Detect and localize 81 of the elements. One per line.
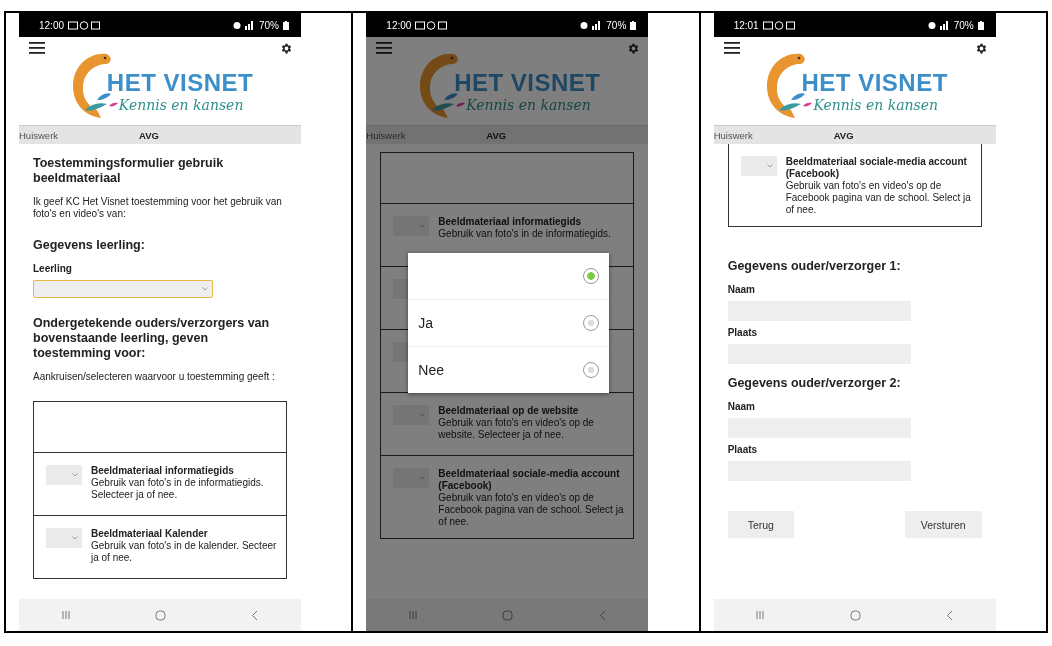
- back-icon[interactable]: [598, 609, 606, 621]
- chevron-icon: [419, 224, 426, 228]
- form-button[interactable]: Versturen: [904, 511, 982, 538]
- tab[interactable]: AVG: [833, 129, 854, 141]
- consent-description: Gebruik van foto's in de kalender. Secteer ja of nee.: [91, 540, 278, 564]
- home-icon[interactable]: [502, 609, 514, 621]
- section-heading: Gegevens ouder/verzorger 2:: [727, 376, 902, 391]
- section-heading: Ondergetekende ouders/verzorgers van bovenstaande leerling, geven toestemming voor:: [33, 316, 271, 361]
- radio-button[interactable]: [583, 362, 600, 378]
- settings-icon[interactable]: [974, 42, 988, 55]
- field-label: Plaats: [727, 444, 759, 455]
- recents-icon[interactable]: [756, 610, 765, 620]
- chevron-icon: [72, 473, 78, 477]
- logo-title: HET VISNET: [106, 69, 254, 97]
- menu-icon[interactable]: [723, 42, 740, 54]
- battery-icon: [630, 20, 637, 30]
- chevron-icon: [419, 476, 426, 480]
- instruction-text: Ik geef KC Het Visnet toestemming voor het gebruik van foto's en video's van:: [33, 196, 283, 220]
- tab[interactable]: Huiswerk: [713, 129, 814, 141]
- status-time: 12:01: [733, 19, 759, 31]
- consent-title: Beeldmateriaal op de website: [438, 405, 580, 417]
- section-heading: Gegevens leerling:: [33, 238, 146, 253]
- signal-icon: [580, 20, 603, 30]
- consent-description: Gebruik van foto's en video's op de Facebook pagina van de school. Select ja of nee.: [438, 492, 625, 528]
- consent-title: Beeldmateriaal informatiegids: [91, 465, 235, 477]
- instruction-text: Aankruisen/selecteren waarvoor u toestemming geeft :: [33, 371, 276, 383]
- consent-description: Gebruik van foto's in de informatiegids.: [438, 228, 611, 240]
- section-heading: Gegevens ouder/verzorger 1:: [727, 259, 902, 274]
- notification-icons: [415, 20, 450, 30]
- battery-level: 70%: [259, 19, 279, 31]
- logo-title: HET VISNET: [801, 69, 948, 97]
- consent-description: Gebruik van foto's en video's op de website. Selecteer ja of nee.: [438, 417, 595, 441]
- consent-title: Beeldmateriaal sociale-media account (Facebook): [785, 156, 968, 180]
- tab[interactable]: Huiswerk: [19, 129, 119, 141]
- chevron-icon: [72, 536, 78, 540]
- logo-tagline: Kennis en kansen: [466, 97, 592, 113]
- recents-icon[interactable]: [61, 610, 70, 620]
- option-label: Nee: [418, 362, 444, 378]
- logo-title: HET VISNET: [454, 69, 601, 97]
- chevron-icon: [202, 287, 208, 291]
- consent-title: Beeldmateriaal Kalender: [91, 528, 209, 540]
- consent-dropdown[interactable]: [740, 156, 777, 176]
- consent-title: Beeldmateriaal informatiegids: [438, 216, 583, 228]
- home-icon[interactable]: [155, 609, 166, 621]
- chevron-icon: [419, 413, 426, 417]
- logo-tagline: Kennis en kansen: [118, 97, 245, 113]
- signal-icon: [927, 20, 950, 30]
- option-label: Ja: [418, 315, 434, 331]
- signal-icon: [233, 20, 255, 30]
- back-icon[interactable]: [945, 609, 953, 621]
- consent-description: Gebruik van foto's en video's op de Facebook pagina van de school. Select ja of nee.: [785, 180, 972, 216]
- dialog-option[interactable]: Ja: [408, 300, 610, 347]
- field-label: Naam: [727, 401, 756, 412]
- battery-level: 70%: [953, 19, 974, 31]
- logo-tagline: Kennis en kansen: [813, 97, 940, 113]
- status-time: 12:00: [386, 19, 412, 31]
- notification-icons: [762, 20, 797, 30]
- radio-button[interactable]: [583, 268, 600, 284]
- section-heading: Toestemmingsformulier gebruik beeldmateriaal: [33, 156, 225, 186]
- field-label: Plaats: [727, 327, 759, 338]
- student-dropdown[interactable]: [33, 280, 213, 298]
- tab[interactable]: AVG: [139, 129, 159, 141]
- home-icon[interactable]: [849, 609, 861, 621]
- recents-icon[interactable]: [409, 610, 417, 620]
- consent-title: Beeldmateriaal sociale-media account (Facebook): [438, 468, 621, 492]
- battery-level: 70%: [606, 19, 627, 31]
- settings-icon[interactable]: [280, 42, 293, 55]
- status-time: 12:00: [39, 19, 65, 31]
- consent-description: Gebruik van foto's in de informatiegids. Selecteer ja of nee.: [91, 477, 265, 501]
- tab[interactable]: AVG: [486, 129, 507, 141]
- battery-icon: [977, 20, 984, 30]
- battery-icon: [283, 20, 289, 30]
- field-label: Leerling: [33, 263, 73, 274]
- form-button[interactable]: Terug: [727, 511, 794, 538]
- notification-icons: [68, 20, 103, 30]
- radio-button[interactable]: [583, 315, 600, 331]
- field-label: Naam: [727, 284, 756, 295]
- dialog-option[interactable]: Nee: [408, 347, 610, 393]
- back-icon[interactable]: [251, 609, 259, 621]
- chevron-icon: [766, 164, 773, 168]
- menu-icon[interactable]: [29, 42, 45, 54]
